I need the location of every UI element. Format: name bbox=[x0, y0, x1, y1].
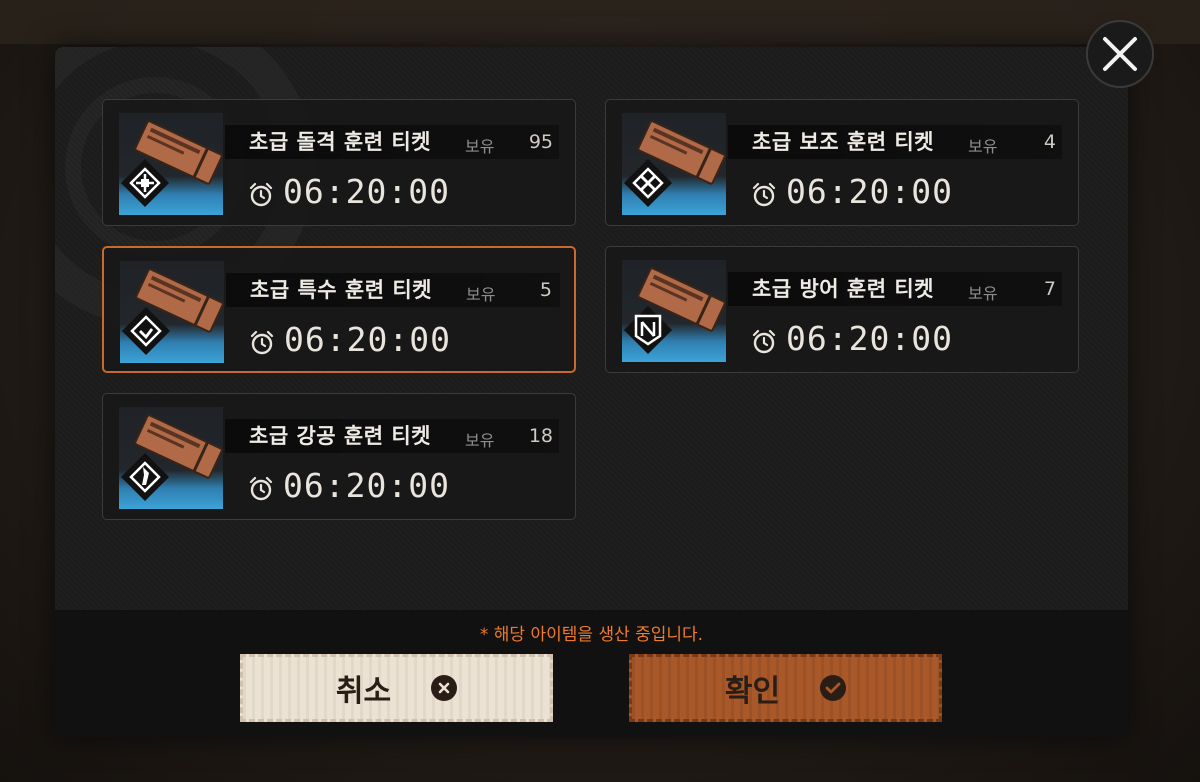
cancel-button[interactable]: 취소 bbox=[240, 654, 553, 722]
ticket-thumbnail bbox=[119, 407, 223, 509]
ticket-name: 초급 방어 훈련 티켓 bbox=[752, 277, 934, 301]
owned-label: 보유 bbox=[968, 137, 998, 156]
ticket-dialog: 초급 돌격 훈련 티켓 보유 95 06:20:00 초급 보조 훈련 티켓 보… bbox=[55, 47, 1128, 737]
ticket-name: 초급 특수 훈련 티켓 bbox=[250, 278, 432, 302]
ticket-thumbnail bbox=[622, 260, 726, 362]
production-timer: 06:20:00 bbox=[284, 320, 451, 359]
strike-class-icon bbox=[120, 452, 170, 502]
ticket-name: 초급 보조 훈련 티켓 bbox=[752, 130, 934, 154]
alarm-clock-icon bbox=[752, 182, 776, 207]
production-timer: 06:20:00 bbox=[283, 172, 450, 211]
assault-class-icon bbox=[120, 158, 170, 208]
ticket-card-assault[interactable]: 초급 돌격 훈련 티켓 보유 95 06:20:00 bbox=[102, 99, 576, 226]
close-icon bbox=[1103, 37, 1137, 71]
alarm-clock-icon bbox=[249, 182, 273, 207]
alarm-clock-icon bbox=[250, 330, 274, 355]
owned-label: 보유 bbox=[465, 431, 495, 450]
ticket-thumbnail bbox=[120, 261, 224, 363]
support-class-icon bbox=[623, 158, 673, 208]
confirm-button[interactable]: 확인 bbox=[629, 654, 942, 722]
confirm-check-icon bbox=[820, 675, 847, 701]
background-scene bbox=[0, 0, 1200, 44]
production-timer: 06:20:00 bbox=[283, 466, 450, 505]
ticket-thumbnail bbox=[119, 113, 223, 215]
special-class-icon bbox=[121, 306, 171, 356]
ticket-card-support[interactable]: 초급 보조 훈련 티켓 보유 4 06:20:00 bbox=[605, 99, 1079, 226]
owned-count: 95 bbox=[528, 131, 553, 153]
ticket-card-defense[interactable]: 초급 방어 훈련 티켓 보유 7 06:20:00 bbox=[605, 246, 1079, 373]
production-notice: * 해당 아이템을 생산 중입니다. bbox=[479, 625, 704, 645]
ticket-name: 초급 돌격 훈련 티켓 bbox=[249, 130, 431, 154]
ticket-card-strike[interactable]: 초급 강공 훈련 티켓 보유 18 06:20:00 bbox=[102, 393, 576, 520]
owned-count: 4 bbox=[1043, 131, 1056, 153]
ticket-card-special[interactable]: 초급 특수 훈련 티켓 보유 5 06:20:00 bbox=[102, 246, 576, 373]
close-button[interactable] bbox=[1086, 20, 1154, 88]
cancel-button-label: 취소 bbox=[335, 674, 392, 709]
alarm-clock-icon bbox=[249, 476, 273, 501]
owned-count: 7 bbox=[1043, 278, 1056, 300]
ticket-thumbnail bbox=[622, 113, 726, 215]
production-timer: 06:20:00 bbox=[786, 172, 953, 211]
confirm-button-label: 확인 bbox=[724, 674, 781, 709]
ticket-name: 초급 강공 훈련 티켓 bbox=[249, 424, 431, 448]
owned-label: 보유 bbox=[466, 285, 496, 304]
alarm-clock-icon bbox=[752, 329, 776, 354]
production-timer: 06:20:00 bbox=[786, 319, 953, 358]
owned-count: 18 bbox=[528, 425, 553, 447]
owned-label: 보유 bbox=[465, 137, 495, 156]
owned-count: 5 bbox=[539, 279, 552, 301]
defense-class-icon bbox=[623, 305, 673, 355]
owned-label: 보유 bbox=[968, 284, 998, 303]
cancel-x-icon bbox=[431, 675, 458, 701]
